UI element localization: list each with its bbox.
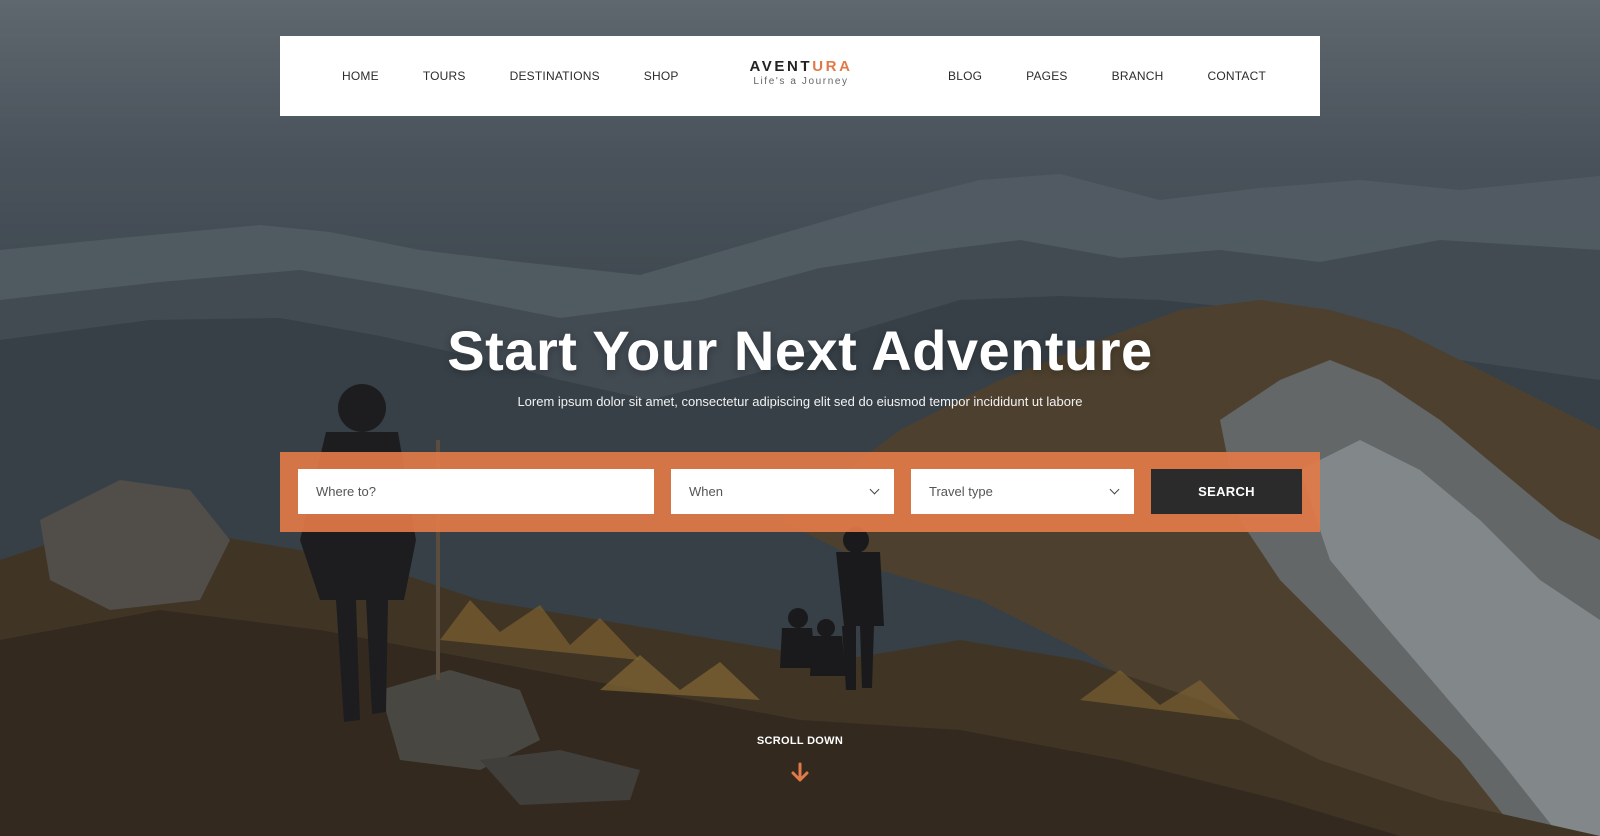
chevron-down-icon (1109, 484, 1120, 495)
main-navbar: HOME TOURS DESTINATIONS SHOP AVENTURA Li… (280, 36, 1320, 116)
site-logo[interactable]: AVENTURA Life's a Journey (748, 58, 854, 87)
nav-link-pages[interactable]: PAGES (1026, 69, 1067, 83)
search-button[interactable]: SEARCH (1151, 469, 1302, 514)
where-field[interactable] (298, 469, 654, 514)
travel-type-select-label: Travel type (929, 484, 993, 499)
nav-link-contact[interactable]: CONTACT (1208, 69, 1267, 83)
search-bar: When Travel type SEARCH (280, 452, 1320, 532)
nav-link-shop[interactable]: SHOP (644, 69, 679, 83)
when-select[interactable]: When (671, 469, 894, 514)
hero-subtitle: Lorem ipsum dolor sit amet, consectetur … (517, 394, 1083, 409)
when-select-label: When (689, 484, 723, 499)
logo-word-main: AVENT (749, 58, 813, 75)
nav-link-tours[interactable]: TOURS (423, 69, 466, 83)
scroll-down-label[interactable]: SCROLL DOWN (0, 735, 1600, 747)
logo-tagline: Life's a Journey (753, 76, 849, 87)
nav-link-blog[interactable]: BLOG (948, 69, 982, 83)
hero-section: HOME TOURS DESTINATIONS SHOP AVENTURA Li… (0, 0, 1600, 836)
logo-wordmark: AVENTURA (748, 58, 854, 75)
nav-right-group: BLOG PAGES BRANCH CONTACT (948, 36, 1310, 116)
nav-link-destinations[interactable]: DESTINATIONS (510, 69, 600, 83)
travel-type-select[interactable]: Travel type (911, 469, 1134, 514)
nav-left-group: HOME TOURS DESTINATIONS SHOP (342, 36, 723, 116)
chevron-down-icon (869, 484, 880, 495)
where-input[interactable] (316, 484, 654, 499)
hero-title: Start Your Next Adventure (447, 319, 1153, 382)
image-overlay (0, 0, 1600, 836)
logo-word-accent: URA (812, 58, 853, 75)
nav-link-home[interactable]: HOME (342, 69, 379, 83)
nav-link-branch[interactable]: BRANCH (1112, 69, 1164, 83)
arrow-down-icon[interactable] (789, 762, 811, 784)
